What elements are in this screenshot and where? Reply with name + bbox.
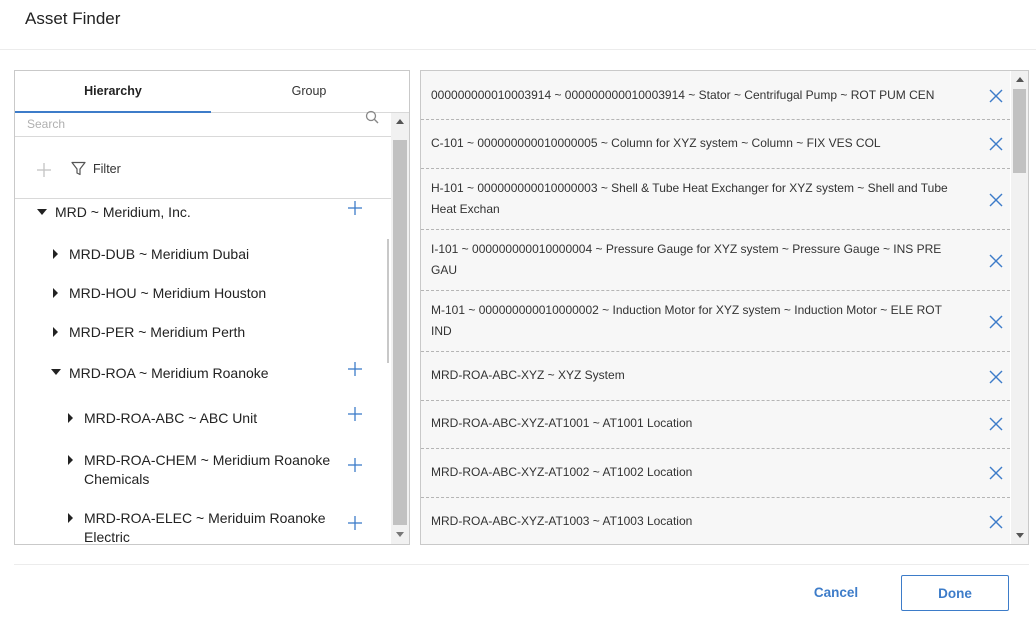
add-child-icon[interactable] — [348, 201, 362, 215]
close-icon[interactable] — [989, 137, 1003, 151]
scroll-down-icon[interactable] — [396, 532, 404, 537]
scroll-up-icon[interactable] — [396, 119, 404, 124]
selected-item: MRD-ROA-ABC-XYZ ~ XYZ System — [421, 352, 1010, 401]
selected-item-text: MRD-ROA-ABC-XYZ-AT1002 ~ AT1002 Location — [431, 465, 693, 479]
tab-hierarchy[interactable]: Hierarchy — [15, 71, 211, 113]
search-icon[interactable] — [364, 109, 380, 125]
add-child-icon[interactable] — [348, 516, 362, 530]
done-button[interactable]: Done — [901, 575, 1009, 611]
add-child-icon[interactable] — [348, 407, 362, 421]
expand-caret-icon[interactable] — [53, 327, 58, 337]
selected-item: MRD-ROA-ABC-XYZ-AT1002 ~ AT1002 Location — [421, 449, 1010, 498]
tree-item-mrd-roa-chem[interactable]: MRD-ROA-CHEM ~ Meridium Roanoke Chemical… — [84, 451, 334, 489]
selected-item-text: I-101 ~ 000000000010000004 ~ Pressure Ga… — [431, 242, 942, 277]
expand-caret-icon[interactable] — [68, 455, 73, 465]
cancel-button[interactable]: Cancel — [790, 575, 882, 610]
add-child-icon[interactable] — [348, 458, 362, 472]
collapse-caret-icon[interactable] — [37, 209, 47, 215]
close-icon[interactable] — [989, 193, 1003, 207]
right-scrollbar-thumb[interactable] — [1013, 89, 1026, 173]
tree-item-mrd-hou[interactable]: MRD-HOU ~ Meridium Houston — [69, 284, 266, 303]
selected-item: C-101 ~ 000000000010000005 ~ Column for … — [421, 120, 1010, 169]
close-icon[interactable] — [989, 254, 1003, 268]
selected-item-text: H-101 ~ 000000000010000003 ~ Shell & Tub… — [431, 181, 948, 216]
expand-caret-icon[interactable] — [68, 413, 73, 423]
search-row — [15, 110, 391, 137]
collapse-caret-icon[interactable] — [51, 369, 61, 375]
scroll-up-icon[interactable] — [1016, 77, 1024, 82]
add-icon — [37, 163, 51, 177]
filter-label[interactable]: Filter — [93, 162, 121, 176]
selected-item: I-101 ~ 000000000010000004 ~ Pressure Ga… — [421, 230, 1010, 291]
close-icon[interactable] — [989, 315, 1003, 329]
tree-item-mrd-per[interactable]: MRD-PER ~ Meridium Perth — [69, 323, 245, 342]
tree-item-mrd-roa-abc[interactable]: MRD-ROA-ABC ~ ABC Unit — [84, 409, 257, 428]
tab-group[interactable]: Group — [211, 71, 407, 113]
tree-scrollbar[interactable] — [387, 239, 389, 363]
selected-item: 000000000010003914 ~ 000000000010003914 … — [421, 71, 1010, 120]
selected-item: M-101 ~ 000000000010000002 ~ Induction M… — [421, 291, 1010, 352]
tree-toolbar: Filter — [15, 137, 391, 199]
close-icon[interactable] — [989, 417, 1003, 431]
expand-caret-icon[interactable] — [68, 513, 73, 523]
hierarchy-tree: MRD ~ Meridium, Inc. MRD-DUB ~ Meridium … — [15, 199, 391, 544]
expand-caret-icon[interactable] — [53, 249, 58, 259]
hierarchy-panel: Hierarchy Group Filter MRD ~ Meridium, I… — [14, 70, 410, 545]
tab-bar: Hierarchy Group — [15, 71, 409, 113]
bottom-divider — [14, 564, 1029, 565]
selected-item-text: C-101 ~ 000000000010000005 ~ Column for … — [431, 136, 881, 150]
close-icon[interactable] — [989, 89, 1003, 103]
expand-caret-icon[interactable] — [53, 288, 58, 298]
tree-item-mrd-dub[interactable]: MRD-DUB ~ Meridium Dubai — [69, 245, 249, 264]
top-divider — [0, 49, 1036, 50]
selected-item-text: MRD-ROA-ABC-XYZ-AT1003 ~ AT1003 Location — [431, 514, 693, 528]
selected-item: MRD-ROA-ABC-XYZ-AT1001 ~ AT1001 Location — [421, 401, 1010, 449]
filter-icon[interactable] — [71, 161, 86, 176]
scroll-down-icon[interactable] — [1016, 533, 1024, 538]
left-scrollbar-thumb[interactable] — [393, 140, 407, 525]
search-input[interactable] — [27, 113, 357, 135]
tree-item-mrd[interactable]: MRD ~ Meridium, Inc. — [55, 203, 191, 222]
close-icon[interactable] — [989, 370, 1003, 384]
selected-item-text: 000000000010003914 ~ 000000000010003914 … — [431, 88, 935, 102]
selected-item: H-101 ~ 000000000010000003 ~ Shell & Tub… — [421, 169, 1010, 230]
selected-item: MRD-ROA-ABC-XYZ-AT1003 ~ AT1003 Location — [421, 498, 1010, 544]
selected-item-text: MRD-ROA-ABC-XYZ ~ XYZ System — [431, 368, 625, 382]
selected-assets-panel: 000000000010003914 ~ 000000000010003914 … — [420, 70, 1029, 545]
close-icon[interactable] — [989, 466, 1003, 480]
tree-item-mrd-roa[interactable]: MRD-ROA ~ Meridium Roanoke — [69, 364, 269, 383]
selected-item-text: MRD-ROA-ABC-XYZ-AT1001 ~ AT1001 Location — [431, 416, 693, 430]
tree-item-mrd-roa-elec[interactable]: MRD-ROA-ELEC ~ Meriduim Roanoke Electric — [84, 509, 334, 544]
selected-item-text: M-101 ~ 000000000010000002 ~ Induction M… — [431, 303, 942, 338]
close-icon[interactable] — [989, 515, 1003, 529]
add-child-icon[interactable] — [348, 362, 362, 376]
dialog-title: Asset Finder — [25, 9, 121, 28]
